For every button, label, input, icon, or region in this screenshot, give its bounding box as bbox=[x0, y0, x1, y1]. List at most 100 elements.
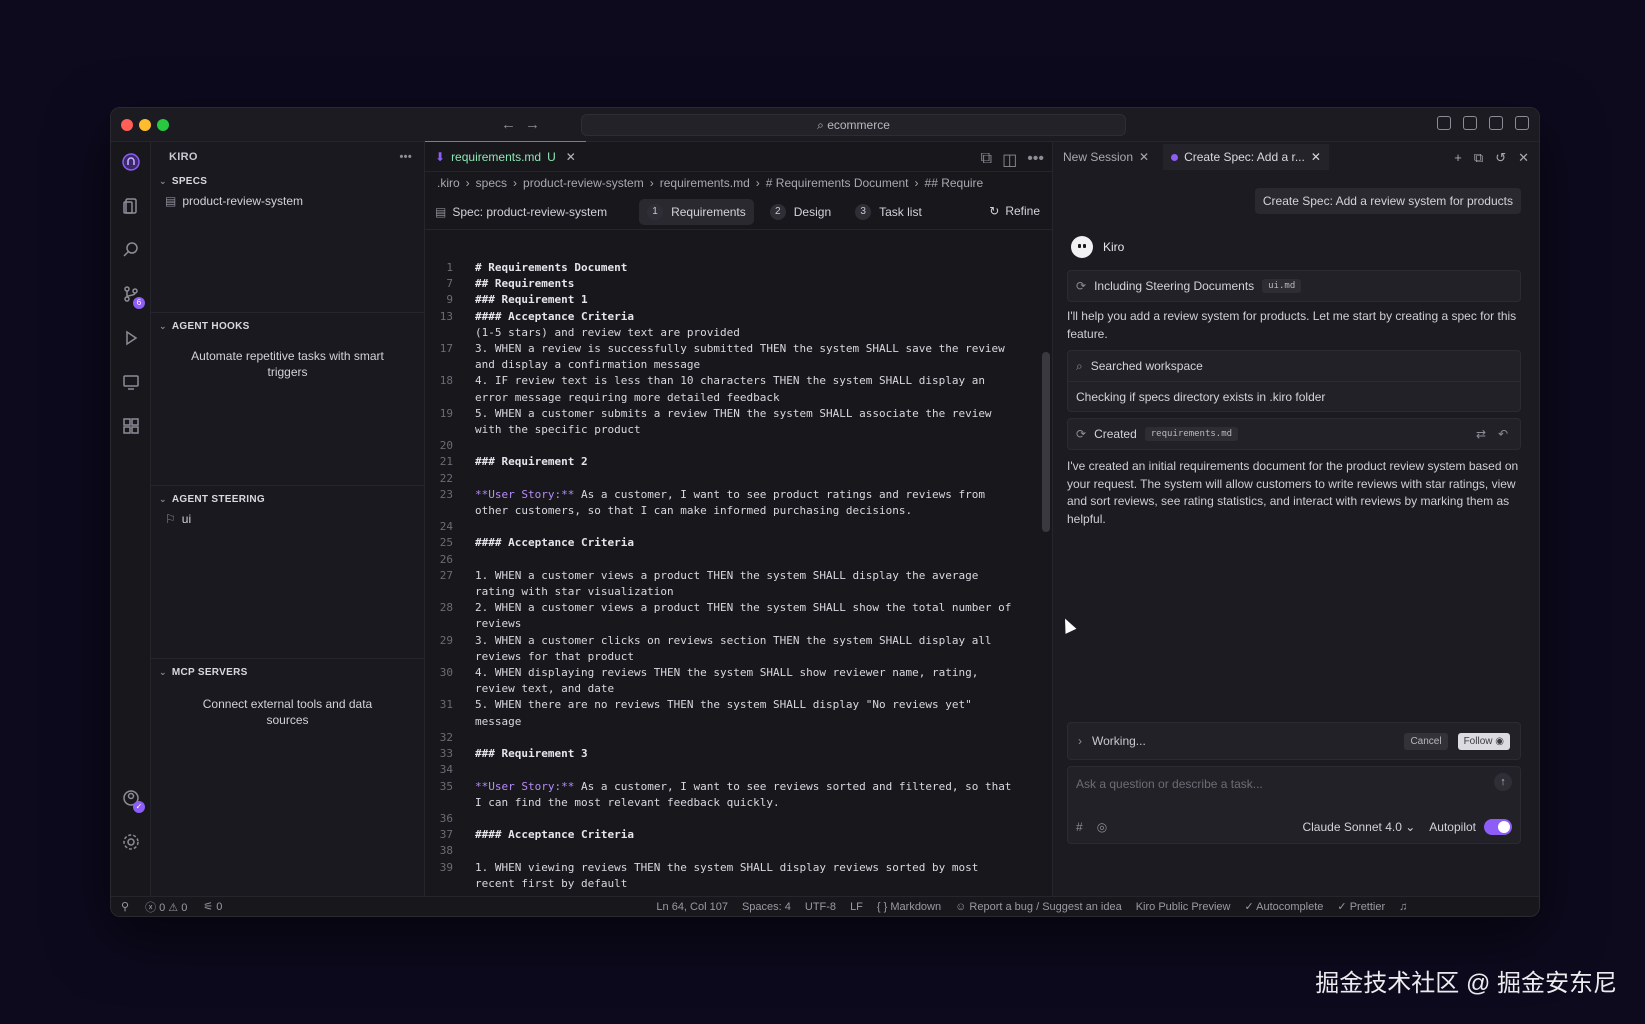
refine-button[interactable]: ↻ Refine bbox=[989, 204, 1040, 218]
close-icon[interactable]: ✕ bbox=[1139, 150, 1149, 164]
minimize-window-button[interactable] bbox=[139, 119, 151, 131]
settings-gear-icon[interactable] bbox=[119, 830, 143, 854]
split-editor-icon[interactable]: ◫ bbox=[1002, 150, 1017, 170]
line-number: 26 bbox=[439, 552, 453, 566]
chevron-down-icon: ⌄ bbox=[159, 321, 167, 331]
cancel-button[interactable]: Cancel bbox=[1404, 732, 1448, 750]
line-content: ### Requirement 1 bbox=[475, 293, 588, 307]
back-arrow-icon[interactable]: ← bbox=[501, 116, 516, 133]
line-ending[interactable]: LF bbox=[850, 901, 863, 913]
command-search-bar[interactable]: ⌕ ecommerce bbox=[581, 114, 1126, 136]
language-label: Markdown bbox=[890, 900, 942, 913]
steering-item-ui[interactable]: ⚐ ui bbox=[151, 509, 424, 529]
tab-create-spec[interactable]: Create Spec: Add a r... ✕ bbox=[1163, 144, 1329, 170]
toggle-sidebar-icon[interactable] bbox=[1463, 116, 1477, 130]
language-mode[interactable]: { } Markdown bbox=[877, 901, 941, 913]
breadcrumb-item[interactable]: product-review-system bbox=[523, 176, 644, 190]
chevron-down-icon: ⌄ bbox=[159, 667, 167, 677]
line-content: 4. IF review text is less than 10 charac… bbox=[475, 374, 992, 404]
plus-icon[interactable]: + bbox=[1454, 150, 1462, 166]
encoding[interactable]: UTF-8 bbox=[805, 901, 836, 913]
search-icon: ⌕ bbox=[1076, 358, 1083, 373]
model-selector[interactable]: Claude Sonnet 4.0 ⌄ bbox=[1302, 820, 1415, 834]
step-number: 2 bbox=[769, 203, 786, 220]
close-icon[interactable]: ✕ bbox=[1311, 150, 1321, 164]
chat-input[interactable]: Ask a question or describe a task... bbox=[1076, 777, 1263, 791]
mcp-servers-section-header[interactable]: ⌄ MCP SERVERS bbox=[151, 659, 424, 682]
spec-item-product-review-system[interactable]: ▤ product-review-system bbox=[151, 191, 424, 211]
source-control-icon[interactable]: 6 bbox=[119, 282, 145, 309]
close-icon[interactable]: ✕ bbox=[566, 150, 576, 164]
run-debug-icon[interactable] bbox=[119, 326, 143, 350]
remote-icon[interactable]: ⚲ bbox=[121, 900, 129, 913]
breadcrumb-item[interactable]: .kiro bbox=[437, 176, 460, 190]
explorer-icon[interactable] bbox=[119, 194, 143, 218]
created-file-icon: ⟳ bbox=[1076, 427, 1087, 441]
line-content: 3. WHEN a review is successfully submitt… bbox=[475, 342, 1012, 372]
kiro-avatar bbox=[1071, 236, 1093, 258]
close-panel-icon[interactable]: ✕ bbox=[1518, 150, 1529, 166]
forward-arrow-icon[interactable]: → bbox=[525, 116, 540, 133]
editor-scrollbar[interactable] bbox=[1042, 352, 1050, 532]
problems-indicator[interactable]: ⓧ 0 ⚠ 0 bbox=[145, 899, 187, 915]
code-editor[interactable]: 1 # Requirements Document 7 ## Requirements… bbox=[425, 260, 1040, 896]
history-icon[interactable]: ↺ bbox=[1495, 150, 1506, 166]
maximize-window-button[interactable] bbox=[157, 119, 169, 131]
send-arrow-icon[interactable]: ↑ bbox=[1494, 773, 1512, 791]
autocomplete-status[interactable]: ✓ Autocomplete bbox=[1244, 900, 1323, 913]
steering-label: Including Steering Documents bbox=[1094, 279, 1255, 293]
tab-requirements-md[interactable]: ⬇ requirements.md U ✕ bbox=[425, 141, 586, 171]
account-icon[interactable]: ✓ bbox=[119, 786, 145, 813]
toggle-panel-icon[interactable] bbox=[1489, 116, 1503, 130]
ports-indicator[interactable]: ⚟ 0 bbox=[203, 900, 222, 913]
steering-card[interactable]: ⟳ Including Steering Documents ui.md bbox=[1067, 270, 1521, 302]
tab-design[interactable]: 2 Design bbox=[762, 199, 839, 225]
agent-steering-section-header[interactable]: ⌄ AGENT STEERING bbox=[151, 486, 424, 509]
autopilot-toggle[interactable] bbox=[1484, 819, 1512, 835]
session-list-icon[interactable]: ⧉ bbox=[1474, 150, 1483, 166]
specs-section-header[interactable]: ⌄ SPECS bbox=[151, 172, 424, 191]
breadcrumb-item[interactable]: requirements.md bbox=[660, 176, 750, 190]
breadcrumb-item[interactable]: ## Require bbox=[925, 176, 984, 190]
feedback-link[interactable]: ☺ Report a bug / Suggest an idea bbox=[955, 901, 1122, 913]
created-card[interactable]: ⟳ Created requirements.md ⇄ ↶ bbox=[1067, 418, 1521, 450]
image-attach-icon[interactable]: ◎ bbox=[1097, 820, 1107, 834]
chat-input-box: Ask a question or describe a task... ↑ #… bbox=[1067, 766, 1521, 844]
notifications-bell-icon[interactable]: ♫ bbox=[1399, 901, 1407, 913]
tab-new-session[interactable]: New Session ✕ bbox=[1063, 150, 1149, 164]
line-content: 3. WHEN a customer clicks on reviews sec… bbox=[475, 633, 999, 663]
breadcrumb-item[interactable]: # Requirements Document bbox=[766, 176, 909, 190]
agent-hooks-section-header[interactable]: ⌄ AGENT HOOKS bbox=[151, 313, 424, 336]
file-chip[interactable]: ui.md bbox=[1262, 279, 1302, 293]
search-card[interactable]: ⌕ Searched workspace Checking if specs d… bbox=[1067, 350, 1521, 412]
indentation[interactable]: Spaces: 4 bbox=[742, 901, 791, 913]
preview-label[interactable]: Kiro Public Preview bbox=[1136, 901, 1231, 913]
line-content: 5. WHEN a customer submits a review THEN… bbox=[475, 406, 999, 437]
close-window-button[interactable] bbox=[121, 119, 133, 131]
chevron-right-icon[interactable]: › bbox=[1078, 734, 1082, 748]
edit-icon[interactable] bbox=[1515, 116, 1529, 130]
breadcrumb-item[interactable]: specs bbox=[476, 176, 507, 190]
open-preview-icon[interactable]: ⧉ bbox=[981, 150, 992, 170]
more-actions-icon[interactable]: ••• bbox=[1027, 150, 1044, 170]
tab-requirements[interactable]: 1 Requirements bbox=[639, 198, 754, 225]
line-number: 39 bbox=[439, 860, 453, 874]
kiro-ghost-icon[interactable] bbox=[119, 150, 143, 174]
revert-icon[interactable]: ↶ bbox=[1498, 427, 1508, 441]
hash-context-icon[interactable]: # bbox=[1076, 820, 1083, 834]
extensions-icon[interactable] bbox=[119, 414, 143, 438]
cursor-position[interactable]: Ln 64, Col 107 bbox=[656, 901, 728, 913]
chevron-right-icon: › bbox=[755, 176, 760, 190]
search-icon[interactable] bbox=[119, 238, 143, 262]
refine-label: Refine bbox=[1005, 204, 1040, 218]
file-chip[interactable]: requirements.md bbox=[1144, 427, 1239, 441]
remote-explorer-icon[interactable] bbox=[119, 370, 143, 394]
more-actions-icon[interactable]: ••• bbox=[400, 151, 412, 163]
follow-button[interactable]: Follow ◉ bbox=[1457, 732, 1510, 750]
prettier-status[interactable]: ✓ Prettier bbox=[1337, 900, 1385, 913]
tab-task-list[interactable]: 3 Task list bbox=[847, 199, 930, 225]
layout-icon[interactable] bbox=[1437, 116, 1451, 130]
line-content: 1. WHEN viewing reviews THEN the system … bbox=[475, 860, 985, 890]
diff-icon[interactable]: ⇄ bbox=[1476, 427, 1486, 441]
ide-window: ← → ⌕ ecommerce 6 ✓ KIRO ••• ⌄ SPECS ▤ p… bbox=[110, 107, 1540, 917]
